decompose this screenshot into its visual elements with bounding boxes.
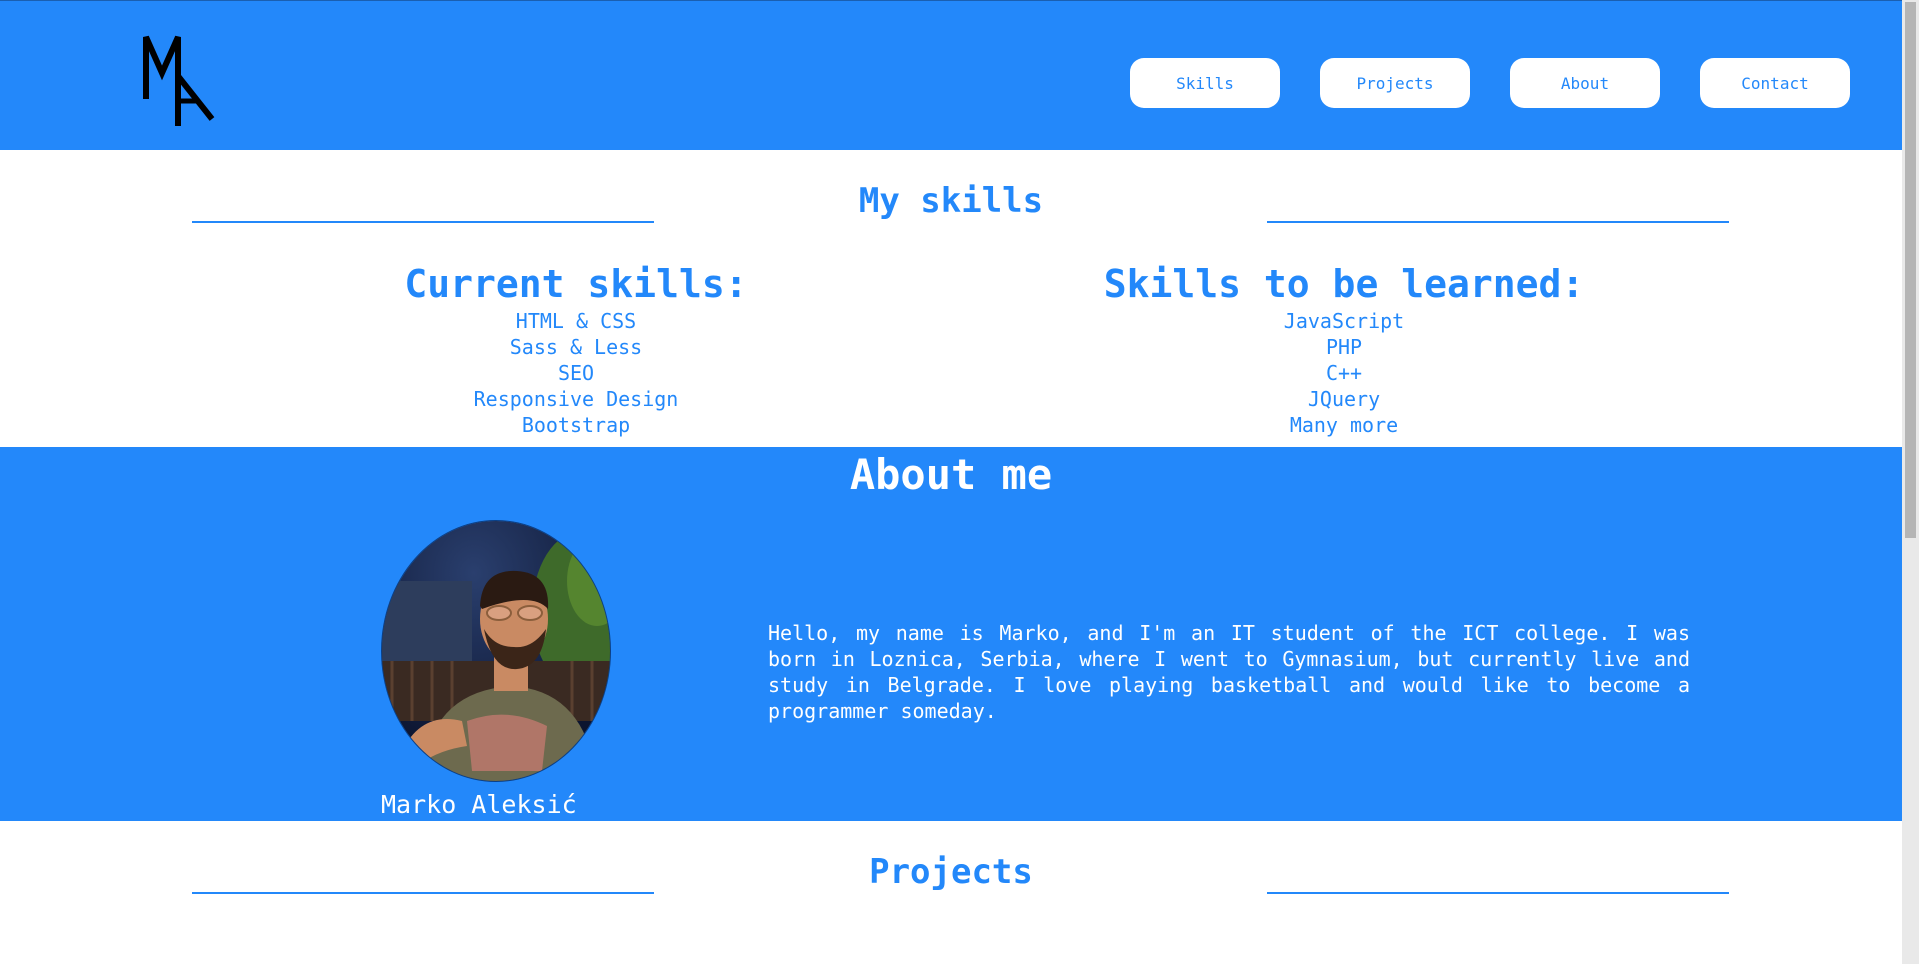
list-item: C++ — [1325, 361, 1363, 385]
scrollbar-thumb[interactable] — [1905, 2, 1916, 538]
current-skills-list: HTML & CSS Sass & Less SEO Responsive De… — [226, 308, 926, 438]
nav-projects-button[interactable]: Projects — [1320, 58, 1470, 108]
list-item: Many more — [1289, 413, 1399, 437]
list-item: SEO — [557, 361, 595, 385]
avatar — [381, 520, 611, 782]
nav-skills-button[interactable]: Skills — [1130, 58, 1280, 108]
about-section-title: About me — [849, 450, 1053, 499]
section-divider-right — [1267, 221, 1729, 223]
profile-name: Marko Aleksić — [381, 790, 577, 819]
list-item: JQuery — [1307, 387, 1381, 411]
profile-photo — [382, 521, 610, 781]
list-item: HTML & CSS — [515, 309, 637, 333]
current-skills-title: Current skills: — [404, 262, 748, 306]
list-item: Sass & Less — [509, 335, 643, 359]
list-item: Responsive Design — [473, 387, 679, 411]
nav-contact-button[interactable]: Contact — [1700, 58, 1850, 108]
vertical-scrollbar[interactable] — [1902, 0, 1919, 964]
section-divider-left — [192, 221, 654, 223]
section-divider-right — [1267, 892, 1729, 894]
list-item: JavaScript — [1283, 309, 1405, 333]
logo-icon[interactable] — [140, 31, 220, 131]
list-item: Bootstrap — [521, 413, 631, 437]
site-header: Skills Projects About Contact — [0, 0, 1902, 150]
about-bio: Hello, my name is Marko, and I'm an IT s… — [768, 621, 1690, 723]
page: Skills Projects About Contact My skills … — [0, 0, 1902, 964]
skills-to-learn-list: JavaScript PHP C++ JQuery Many more — [994, 308, 1694, 438]
skills-to-learn-title: Skills to be learned: — [1103, 262, 1585, 306]
section-divider-left — [192, 892, 654, 894]
about-section: About me Marko Aleksić Hello, my name is… — [0, 447, 1902, 821]
skills-section-title: My skills — [858, 181, 1044, 221]
list-item: PHP — [1325, 335, 1363, 359]
projects-section-title: Projects — [869, 852, 1033, 892]
nav-about-button[interactable]: About — [1510, 58, 1660, 108]
